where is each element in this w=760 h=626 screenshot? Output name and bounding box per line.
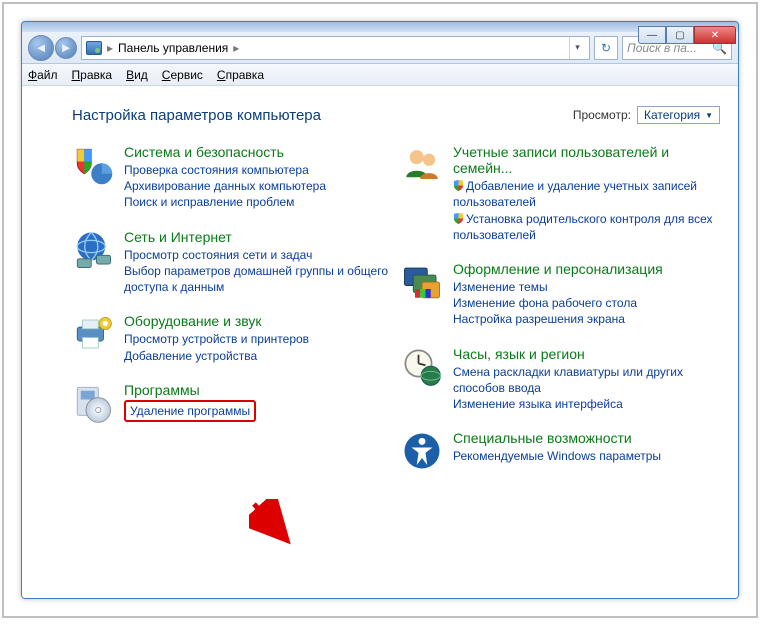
category-appearance: Оформление и персонализация Изменение те… bbox=[401, 261, 720, 328]
menu-tools[interactable]: Сервис bbox=[162, 68, 203, 82]
category-title[interactable]: Часы, язык и регион bbox=[453, 346, 720, 362]
titlebar bbox=[22, 22, 738, 32]
address-dropdown-icon[interactable]: ▾ bbox=[569, 37, 585, 59]
breadcrumb-separator-icon: ▸ bbox=[233, 41, 239, 55]
category-link[interactable]: Просмотр устройств и принтеров bbox=[124, 331, 309, 347]
category-link[interactable]: Архивирование данных компьютера bbox=[124, 178, 326, 194]
maximize-button[interactable]: ▢ bbox=[666, 26, 694, 44]
nav-forward-button[interactable]: ► bbox=[55, 37, 77, 59]
category-link[interactable]: Добавление и удаление учетных записей по… bbox=[453, 178, 720, 210]
clock-globe-icon bbox=[401, 346, 443, 388]
category-title[interactable]: Система и безопасность bbox=[124, 144, 326, 160]
category-link[interactable]: Изменение темы bbox=[453, 279, 663, 295]
category-user-accounts: Учетные записи пользователей и семейн...… bbox=[401, 144, 720, 243]
content-area: Настройка параметров компьютера Просмотр… bbox=[22, 86, 738, 598]
chevron-down-icon: ▼ bbox=[705, 111, 713, 120]
window-caption-buttons: — ▢ ✕ bbox=[638, 26, 736, 44]
category-link[interactable]: Изменение языка интерфейса bbox=[453, 396, 720, 412]
uac-shield-icon bbox=[453, 213, 464, 224]
category-title[interactable]: Программы bbox=[124, 382, 256, 398]
view-by-dropdown[interactable]: Категория ▼ bbox=[637, 106, 720, 124]
annotation-highlight: Удаление программы bbox=[124, 400, 256, 422]
address-bar-row: ◄ ► ▸ Панель управления ▸ ▾ ↻ Поиск в па… bbox=[22, 32, 738, 64]
printer-icon bbox=[72, 313, 114, 355]
ease-of-access-icon bbox=[401, 430, 443, 472]
category-ease-of-access: Специальные возможности Рекомендуемые Wi… bbox=[401, 430, 720, 472]
appearance-icon bbox=[401, 261, 443, 303]
category-link[interactable]: Установка родительского контроля для все… bbox=[453, 211, 720, 243]
page-title: Настройка параметров компьютера bbox=[72, 107, 321, 124]
category-link[interactable]: Добавление устройства bbox=[124, 348, 309, 364]
refresh-button[interactable]: ↻ bbox=[594, 36, 618, 60]
category-link[interactable]: Просмотр состояния сети и задач bbox=[124, 247, 391, 263]
category-title[interactable]: Учетные записи пользователей и семейн... bbox=[453, 144, 720, 176]
right-column: Учетные записи пользователей и семейн...… bbox=[401, 144, 720, 472]
close-button[interactable]: ✕ bbox=[694, 26, 736, 44]
menu-view[interactable]: Вид bbox=[126, 68, 148, 82]
category-link[interactable]: Выбор параметров домашней группы и общег… bbox=[124, 263, 391, 295]
category-title[interactable]: Оборудование и звук bbox=[124, 313, 309, 329]
category-title[interactable]: Специальные возможности bbox=[453, 430, 661, 446]
annotation-arrow bbox=[249, 499, 299, 549]
view-by-label: Просмотр: bbox=[573, 108, 631, 122]
breadcrumb-root[interactable]: Панель управления bbox=[118, 41, 228, 55]
category-title[interactable]: Сеть и Интернет bbox=[124, 229, 391, 245]
category-hardware-sound: Оборудование и звук Просмотр устройств и… bbox=[72, 313, 391, 363]
shield-pie-icon bbox=[72, 144, 114, 186]
category-title[interactable]: Оформление и персонализация bbox=[453, 261, 663, 277]
nav-back-button[interactable]: ◄ bbox=[28, 35, 54, 61]
category-network-internet: Сеть и Интернет Просмотр состояния сети … bbox=[72, 229, 391, 296]
category-link[interactable]: Смена раскладки клавиатуры или других сп… bbox=[453, 364, 720, 396]
category-link[interactable]: Поиск и исправление проблем bbox=[124, 194, 326, 210]
menu-edit[interactable]: Правка bbox=[72, 68, 113, 82]
programs-disc-icon bbox=[72, 382, 114, 424]
breadcrumb-separator-icon: ▸ bbox=[107, 41, 113, 55]
users-icon bbox=[401, 144, 443, 186]
control-panel-window: — ▢ ✕ ◄ ► ▸ Панель управления ▸ ▾ ↻ Поис… bbox=[21, 21, 739, 599]
globe-network-icon bbox=[72, 229, 114, 271]
address-bar[interactable]: ▸ Панель управления ▸ ▾ bbox=[81, 36, 590, 60]
menubar: Файл Правка Вид Сервис Справка bbox=[22, 64, 738, 86]
uac-shield-icon bbox=[453, 180, 464, 191]
menu-file[interactable]: Файл bbox=[28, 68, 58, 82]
menu-help[interactable]: Справка bbox=[217, 68, 264, 82]
minimize-button[interactable]: — bbox=[638, 26, 666, 44]
category-link[interactable]: Рекомендуемые Windows параметры bbox=[453, 448, 661, 464]
view-by-value: Категория bbox=[644, 108, 700, 122]
category-clock-language-region: Часы, язык и регион Смена раскладки клав… bbox=[401, 346, 720, 413]
category-link[interactable]: Настройка разрешения экрана bbox=[453, 311, 663, 327]
left-column: Система и безопасность Проверка состояни… bbox=[72, 144, 391, 472]
category-link[interactable]: Изменение фона рабочего стола bbox=[453, 295, 663, 311]
category-link[interactable]: Проверка состояния компьютера bbox=[124, 162, 326, 178]
category-programs: Программы Удаление программы bbox=[72, 382, 391, 424]
control-panel-icon bbox=[86, 41, 102, 55]
uninstall-program-link[interactable]: Удаление программы bbox=[130, 404, 250, 418]
category-system-security: Система и безопасность Проверка состояни… bbox=[72, 144, 391, 211]
